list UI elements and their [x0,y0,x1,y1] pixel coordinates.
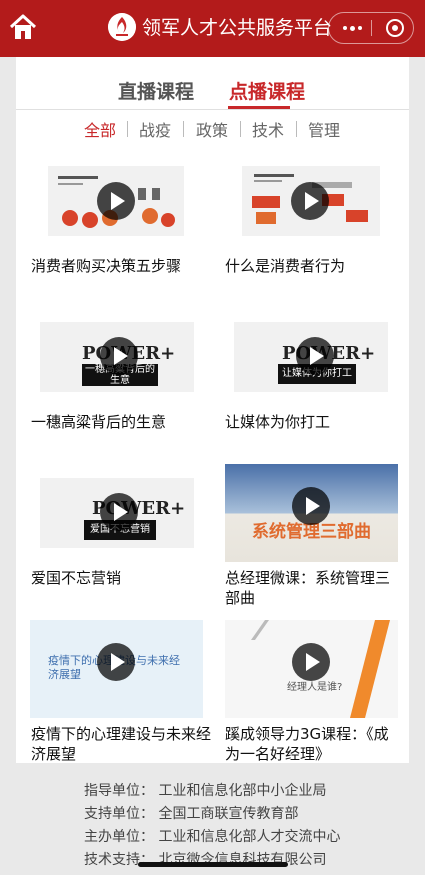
play-icon[interactable] [292,487,330,525]
course-panel: 直播课程 点播课程 全部 战疫 政策 技术 管理 消费者购买决策五步骤 什么是消… [16,57,409,763]
category-divider [296,121,297,137]
course-thumbnail-2[interactable]: POWER+ 一穗高粱背后的生意 [40,322,194,392]
play-icon[interactable] [97,643,135,681]
course-title[interactable]: 什么是消费者行为 [225,256,405,276]
footer-guide-unit: 指导单位： 工业和信息化部中小企业局 [84,783,327,799]
course-thumbnail-7[interactable]: 经理人是谁? [225,620,398,718]
more-icon[interactable] [342,13,362,43]
play-icon[interactable] [296,337,334,375]
course-title[interactable]: 蹊成领导力3G课程：《成为一名好经理》 [225,724,401,763]
course-title[interactable]: 消费者购买决策五步骤 [31,256,211,276]
tab-live[interactable]: 直播课程 [118,77,194,104]
course-thumbnail-3[interactable]: POWER+ 让媒体为你打工 [234,322,388,392]
footer: 指导单位： 工业和信息化部中小企业局 支持单位： 全国工商联宣传教育部 主办单位… [0,770,425,875]
app-title: 领军人才公共服务平台 [142,17,333,39]
course-thumbnail-6[interactable]: 疫情下的心理建设与未来经济展望 [30,620,203,718]
home-icon[interactable] [8,12,38,42]
play-icon[interactable] [97,182,135,220]
category-filter: 全部 战疫 政策 技术 管理 [16,117,409,141]
home-indicator [138,862,288,867]
category-divider [183,121,184,137]
course-thumbnail-4[interactable]: POWER+ 爱国不忘营销 [40,478,194,548]
app-header: 领军人才公共服务平台 [0,0,425,57]
category-tech[interactable]: 技术 [252,117,284,141]
capsule-divider [371,20,372,36]
category-all[interactable]: 全部 [84,117,116,141]
mini-program-capsule [328,12,414,44]
tab-on-demand[interactable]: 点播课程 [229,77,305,104]
play-icon[interactable] [100,493,138,531]
course-thumbnail-5[interactable]: 系统管理三部曲 [225,464,398,562]
footer-host-unit: 主办单位： 工业和信息化部人才交流中心 [84,829,341,845]
course-thumbnail-0[interactable] [48,166,184,236]
course-title[interactable]: 一穗高粱背后的生意 [31,412,211,432]
play-icon[interactable] [291,182,329,220]
course-thumbnail-1[interactable] [242,166,380,236]
play-icon[interactable] [292,643,330,681]
category-divider [240,121,241,137]
category-epidemic[interactable]: 战疫 [139,117,171,141]
course-title[interactable]: 让媒体为你打工 [225,412,405,432]
logo-icon [108,13,136,41]
course-title[interactable]: 总经理微课：系统管理三部曲 [225,568,401,608]
course-title[interactable]: 爱国不忘营销 [31,568,211,588]
course-title[interactable]: 疫情下的心理建设与未来经济展望 [31,724,211,763]
play-icon[interactable] [100,337,138,375]
category-policy[interactable]: 政策 [196,117,228,141]
tab-divider [16,109,409,110]
close-miniprogram-icon[interactable] [386,19,404,37]
category-divider [127,121,128,137]
category-management[interactable]: 管理 [308,117,340,141]
footer-support-unit: 支持单位： 全国工商联宣传教育部 [84,806,299,822]
